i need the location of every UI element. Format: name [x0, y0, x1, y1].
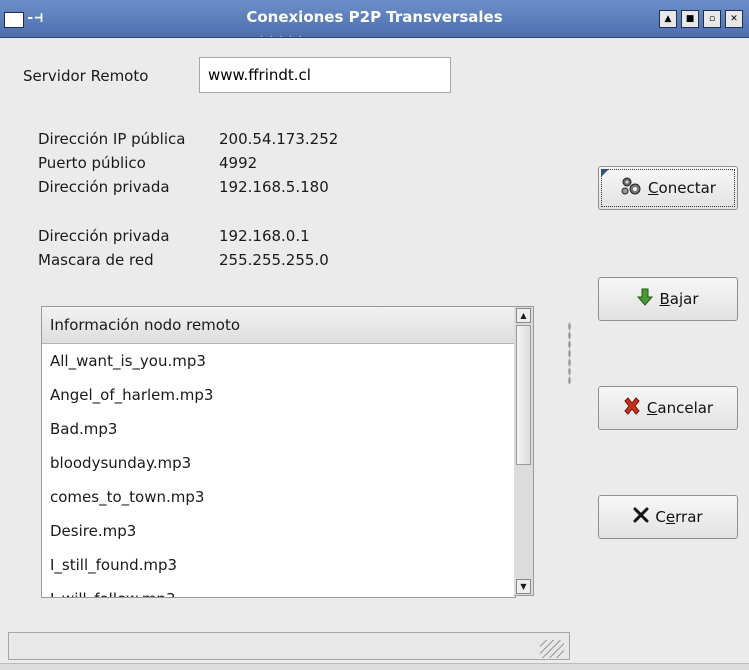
private-address2-value: 192.168.0.1	[219, 227, 310, 245]
private-address-label: Dirección privada	[38, 178, 170, 196]
list-scrollbar[interactable]: ▲ ▼	[514, 306, 534, 596]
connect-label: onectar	[658, 179, 716, 197]
public-ip-label: Dirección IP pública	[38, 130, 186, 148]
scroll-down-icon[interactable]: ▼	[516, 579, 531, 594]
gear-people-icon	[620, 176, 642, 201]
cancel-x-icon	[623, 396, 641, 420]
close-button[interactable]: Cerrar	[598, 495, 738, 539]
status-bar	[8, 632, 570, 660]
resize-grip-icon[interactable]	[540, 640, 564, 658]
splitter-grip[interactable]	[568, 322, 571, 384]
minimize-button[interactable]: ▲	[659, 10, 677, 28]
focus-corner	[601, 169, 609, 177]
maximize-button[interactable]: ■	[681, 10, 699, 28]
close-x-icon	[633, 507, 649, 528]
scroll-up-icon[interactable]: ▲	[516, 308, 531, 323]
window-title: Conexiones P2P Transversales	[246, 8, 503, 26]
list-item[interactable]: All_want_is_you.mp3	[42, 344, 515, 378]
list-item[interactable]: I_will_follow.mp3	[42, 582, 515, 597]
connect-button[interactable]: Conectar	[598, 166, 738, 210]
close-label: rrar	[675, 508, 703, 526]
scroll-thumb[interactable]	[516, 325, 531, 465]
netmask-label: Mascara de red	[38, 251, 154, 269]
list-header[interactable]: Información nodo remoto	[42, 307, 515, 344]
list-item[interactable]: Angel_of_harlem.mp3	[42, 378, 515, 412]
server-input[interactable]: www.ffrindt.cl	[199, 57, 451, 93]
private-address2-label: Dirección privada	[38, 227, 170, 245]
close-window-button[interactable]: ✕	[725, 10, 743, 28]
remote-node-list[interactable]: Información nodo remoto All_want_is_you.…	[41, 306, 516, 598]
server-label: Servidor Remoto	[23, 67, 149, 85]
download-button[interactable]: Bajar	[598, 277, 738, 321]
title-bar[interactable]: -⊣ Conexiones P2P Transversales . . . . …	[0, 0, 749, 40]
list-item[interactable]: I_still_found.mp3	[42, 548, 515, 582]
public-port-label: Puerto público	[38, 154, 146, 172]
list-item[interactable]: bloodysunday.mp3	[42, 446, 515, 480]
cancel-button[interactable]: Cancelar	[598, 386, 738, 430]
title-drag-dots: . . . . .	[260, 30, 304, 40]
public-ip-value: 200.54.173.252	[219, 130, 339, 148]
public-port-value: 4992	[219, 154, 258, 172]
list-item[interactable]: Bad.mp3	[42, 412, 515, 446]
down-arrow-icon	[637, 288, 654, 311]
list-item[interactable]: comes_to_town.mp3	[42, 480, 515, 514]
close-mnemonic: e	[665, 508, 676, 526]
restore-button[interactable]: ▫	[703, 10, 721, 28]
close-prefix: C	[655, 508, 666, 526]
cancel-mnemonic: C	[646, 399, 658, 417]
private-address-value: 192.168.5.180	[219, 178, 329, 196]
cancel-label: ancelar	[657, 399, 714, 417]
download-mnemonic: B	[659, 290, 670, 308]
netmask-value: 255.255.255.0	[219, 251, 329, 269]
list-item[interactable]: Desire.mp3	[42, 514, 515, 548]
download-label: ajar	[669, 290, 699, 308]
connect-mnemonic: C	[648, 179, 659, 197]
